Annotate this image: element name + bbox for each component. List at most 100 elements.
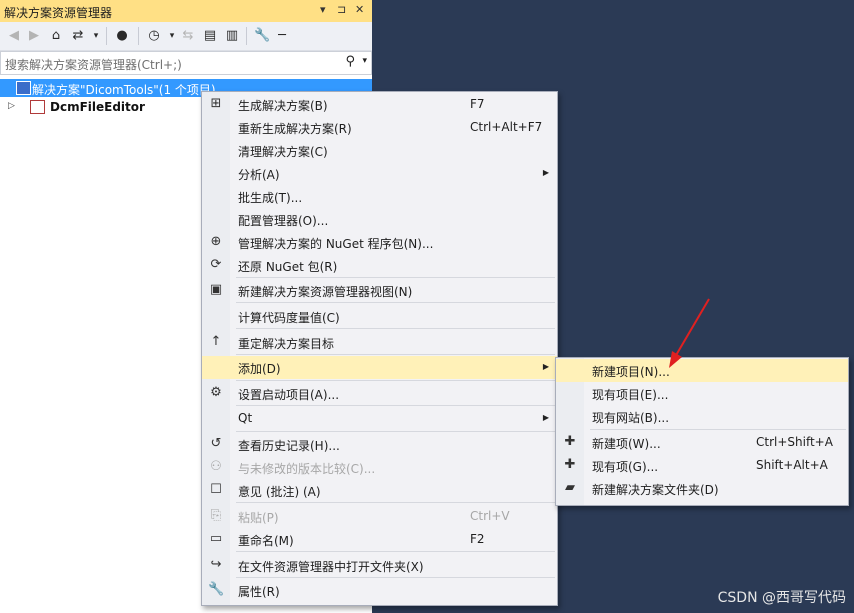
menu-item[interactable]: 配置管理器(O)... [202,208,557,231]
menu-item[interactable]: ▰ 新建解决方案文件夹(D) [556,477,848,500]
search-box[interactable]: 搜索解决方案资源管理器(Ctrl+;) ⚲ ▾ [0,51,372,75]
menu-separator [236,302,555,303]
comment-icon: ☐ [210,482,222,497]
menu-item-label: 重命名(M) [238,534,294,548]
add-submenu: 新建项目(N)... 现有项目(E)... 现有网站(B)... ✚ 新建项(W)...… [555,357,849,506]
menu-item-label: 计算代码度量值(C) [238,311,340,325]
sync-icon[interactable]: ⇆ [180,28,196,43]
menu-separator [236,551,555,552]
home-icon[interactable]: ⌂ [48,28,64,43]
menu-item[interactable]: ✚ 现有项(G)... Shift+Alt+A [556,454,848,477]
expand-icon[interactable]: ▷ [8,101,15,111]
menu-item-label: 批生成(T)... [238,191,303,205]
watermark: CSDN @西哥写代码 [717,590,846,606]
menu-item[interactable]: ↑ 重定解决方案目标 [202,331,557,354]
menu-item-label: 属性(R) [238,585,280,599]
settings-icon: ⚙ [210,385,222,400]
menu-item-label: 管理解决方案的 NuGet 程序包(N)... [238,237,434,251]
menu-item-label: 重新生成解决方案(R) [238,122,352,136]
menu-item-shortcut: Ctrl+V [470,509,510,523]
switch-views-icon[interactable]: ⇄ [70,28,86,43]
search-icon[interactable]: ⚲ [345,54,355,69]
menu-separator [236,354,555,355]
menu-item[interactable]: ⟳ 还原 NuGet 包(R) [202,254,557,277]
properties-icon: 🔧 [208,582,225,597]
menu-item[interactable]: 现有项目(E)... [556,382,848,405]
solution-folder-icon: ▰ [565,480,575,495]
menu-separator [590,429,846,430]
tree-item-label: DcmFileEditor [50,100,145,114]
history-icon: ↺ [210,436,222,451]
properties-toolbar-icon[interactable]: 🔧 [254,28,270,43]
menu-item-label: 新建解决方案文件夹(D) [592,483,719,497]
menu-item-label: 意见 (批注) (A) [238,485,321,499]
new-item-icon: ✚ [564,434,576,449]
pending-dropdown-icon[interactable]: ▾ [164,31,180,41]
menu-item[interactable]: 现有网站(B)... [556,405,848,428]
nuget-icon: ⊕ [210,234,222,249]
menu-item-label: 重定解决方案目标 [238,337,335,351]
search-options-icon[interactable]: ▾ [362,56,367,66]
menu-item-label: 在文件资源管理器中打开文件夹(X) [238,560,424,574]
forward-icon[interactable]: ▶ [26,28,42,43]
views-dropdown-icon[interactable]: ▾ [88,31,104,41]
project-icon [30,100,45,114]
pending-changes-icon[interactable]: ◷ [146,28,162,43]
menu-item-label: 新建项目(N)... [592,365,670,379]
menu-item-label: 新建解决方案资源管理器视图(N) [238,285,413,299]
collapse-all-icon[interactable]: ▤ [202,28,218,43]
menu-item-label: 新建项(W)... [592,437,661,451]
menu-item: ⎘ 粘贴(P) Ctrl+V [202,505,557,528]
menu-item[interactable]: ↪ 在文件资源管理器中打开文件夹(X) [202,554,557,577]
menu-item[interactable]: 批生成(T)... [202,185,557,208]
menu-item[interactable]: 添加(D) ▶ [202,356,557,379]
build-icon: ⊞ [210,96,222,111]
globe-icon[interactable]: ● [114,28,130,43]
menu-item-label: 现有项(G)... [592,460,659,474]
menu-separator [236,502,555,503]
search-input[interactable]: 搜索解决方案资源管理器(Ctrl+;) [5,56,182,73]
menu-item[interactable]: ⊕ 管理解决方案的 NuGet 程序包(N)... [202,231,557,254]
menu-item[interactable]: ⊞ 生成解决方案(B) F7 [202,93,557,116]
panel-titlebar: 解决方案资源管理器 ▾ ⊐ ✕ [0,0,372,22]
pin-icon[interactable]: ⊐ [337,3,346,16]
menu-item[interactable]: ⚙ 设置启动项目(A)... [202,382,557,405]
menu-separator [236,431,555,432]
submenu-arrow-icon: ▶ [542,413,549,422]
submenu-arrow-icon: ▶ [542,362,549,371]
menu-item[interactable]: ▭ 重命名(M) F2 [202,528,557,551]
compare-icon: ⚇ [210,459,222,474]
menu-item[interactable]: ↺ 查看历史记录(H)... [202,433,557,456]
show-all-files-icon[interactable]: ▥ [224,28,240,43]
menu-item[interactable]: ✚ 新建项(W)... Ctrl+Shift+A [556,431,848,454]
rename-icon: ▭ [209,531,223,546]
menu-separator [236,328,555,329]
menu-separator [236,380,555,381]
menu-item[interactable]: 重新生成解决方案(R) Ctrl+Alt+F7 [202,116,557,139]
existing-item-icon: ✚ [564,457,576,472]
back-icon[interactable]: ◀ [6,28,22,43]
menu-item-label: 与未修改的版本比较(C)... [238,462,376,476]
menu-item-shortcut: F7 [470,97,485,111]
menu-item-label: 设置启动项目(A)... [238,388,340,402]
menu-separator [236,277,555,278]
retarget-icon: ↑ [210,334,222,349]
menu-item[interactable]: Qt ▶ [202,407,557,430]
menu-item[interactable]: 分析(A) ▶ [202,162,557,185]
menu-item-label: 配置管理器(O)... [238,214,329,228]
paste-icon: ⎘ [210,508,222,523]
preview-icon[interactable]: ─ [274,28,290,43]
menu-item-label: 还原 NuGet 包(R) [238,260,338,274]
menu-item-shortcut: Shift+Alt+A [756,458,828,472]
menu-item[interactable]: 🔧 属性(R) [202,579,557,602]
menu-item[interactable]: ▣ 新建解决方案资源管理器视图(N) [202,279,557,302]
menu-separator [236,405,555,406]
menu-item[interactable]: 清理解决方案(C) [202,139,557,162]
close-icon[interactable]: ✕ [355,3,364,16]
red-arrow-annotation [669,298,710,368]
menu-item-shortcut: Ctrl+Shift+A [756,435,833,449]
menu-item[interactable]: 计算代码度量值(C) [202,305,557,328]
dropdown-icon[interactable]: ▾ [320,3,326,16]
menu-item-label: 现有网站(B)... [592,411,670,425]
menu-item[interactable]: ☐ 意见 (批注) (A) [202,479,557,502]
